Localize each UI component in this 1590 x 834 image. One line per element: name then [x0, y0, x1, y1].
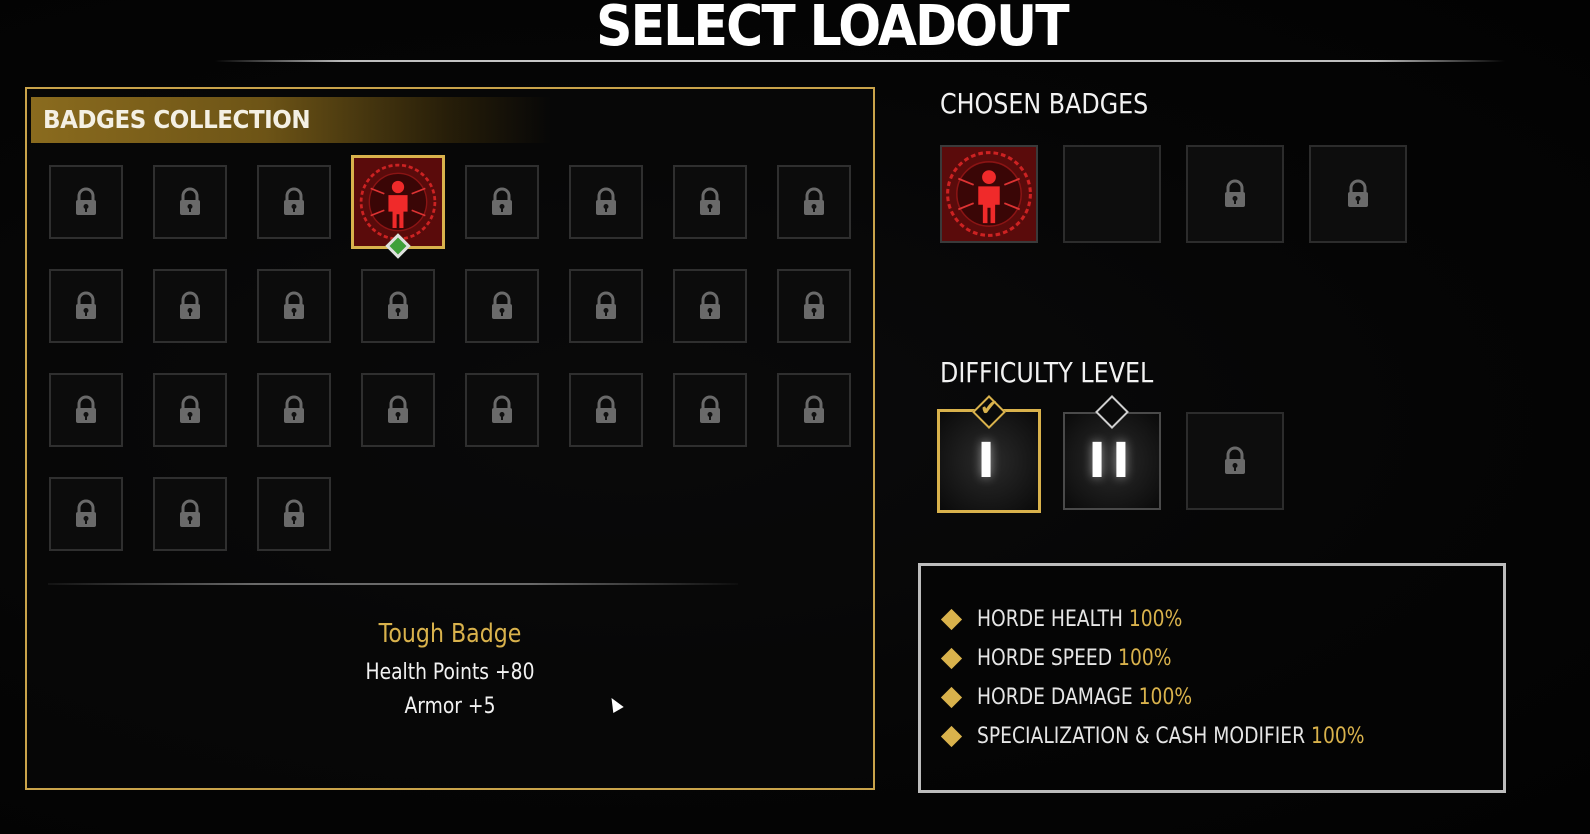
title-divider	[215, 60, 1505, 62]
badge-details-divider	[48, 583, 738, 585]
padlock-icon	[177, 291, 203, 321]
difficulty-numeral: II	[1088, 433, 1136, 489]
padlock-icon	[801, 187, 827, 217]
chosen-badge-slot[interactable]	[1309, 145, 1407, 243]
badge-slot-locked[interactable]	[569, 165, 643, 239]
badge-slot-locked[interactable]	[49, 373, 123, 447]
badge-slot-locked[interactable]	[673, 373, 747, 447]
padlock-icon	[281, 187, 307, 217]
padlock-icon	[73, 291, 99, 321]
modifier-value: 100%	[1118, 645, 1172, 671]
modifier-value: 100%	[1128, 606, 1183, 632]
padlock-icon	[73, 187, 99, 217]
padlock-icon	[1222, 179, 1248, 209]
chosen-badges-title: CHOSEN BADGES	[940, 87, 1149, 120]
padlock-icon	[489, 187, 515, 217]
badge-slot-locked[interactable]	[153, 477, 227, 551]
badge-slot-locked[interactable]	[777, 165, 851, 239]
modifier-row: HORDE SPEED 100%	[940, 643, 1206, 673]
chosen-badge-slot[interactable]	[1186, 145, 1284, 243]
padlock-icon	[385, 395, 411, 425]
padlock-icon	[593, 187, 619, 217]
badge-slot-locked[interactable]	[673, 269, 747, 343]
selected-badge-name: Tough Badge	[378, 619, 522, 649]
badge-slot-locked[interactable]	[153, 269, 227, 343]
difficulty-title: DIFFICULTY LEVEL	[940, 356, 1154, 389]
padlock-icon	[697, 395, 723, 425]
diamond-bullet-icon	[940, 686, 963, 708]
modifier-value: 100%	[1311, 723, 1365, 749]
padlock-icon	[177, 187, 203, 217]
difficulty-level-option[interactable]	[1186, 412, 1284, 510]
modifier-row: SPECIALIZATION & CASH MODIFIER 100%	[940, 721, 1433, 751]
padlock-icon	[385, 291, 411, 321]
selected-badge-stat: Armor +5	[404, 694, 496, 719]
difficulty-numeral: I	[977, 433, 1001, 489]
badge-slot-locked[interactable]	[49, 269, 123, 343]
padlock-icon	[1222, 446, 1248, 476]
badge-slot-locked[interactable]	[465, 373, 539, 447]
padlock-icon	[73, 499, 99, 529]
badge-slot-locked[interactable]	[153, 165, 227, 239]
padlock-icon	[73, 395, 99, 425]
modifier-label: HORDE SPEED 100%	[977, 645, 1172, 671]
padlock-icon	[489, 291, 515, 321]
badge-slot-locked[interactable]	[465, 269, 539, 343]
chosen-badge-slot[interactable]	[940, 145, 1038, 243]
diamond-bullet-icon	[940, 725, 963, 747]
tough-badge-icon	[943, 148, 1035, 240]
badge-slot-locked[interactable]	[257, 373, 331, 447]
modifier-label: SPECIALIZATION & CASH MODIFIER 100%	[977, 723, 1365, 749]
badge-slot-locked[interactable]	[361, 373, 435, 447]
padlock-icon	[801, 291, 827, 321]
padlock-icon	[281, 395, 307, 425]
padlock-icon	[593, 395, 619, 425]
chosen-badge-slot[interactable]	[1063, 145, 1161, 243]
padlock-icon	[801, 395, 827, 425]
diamond-bullet-icon	[940, 608, 963, 630]
page-title: SELECT LOADOUT	[596, 0, 1070, 59]
selected-badge-stat: Health Points +80	[365, 660, 535, 685]
checkmark-icon: ✔	[980, 396, 999, 421]
badge-slot-locked[interactable]	[49, 165, 123, 239]
padlock-icon	[489, 395, 515, 425]
modifier-label: HORDE HEALTH 100%	[977, 606, 1183, 632]
padlock-icon	[177, 499, 203, 529]
badge-slot-locked[interactable]	[257, 165, 331, 239]
badge-slot-locked[interactable]	[361, 269, 435, 343]
padlock-icon	[281, 499, 307, 529]
badge-slot-locked[interactable]	[257, 477, 331, 551]
badge-slot-locked[interactable]	[257, 269, 331, 343]
padlock-icon	[593, 291, 619, 321]
modifier-value: 100%	[1138, 684, 1193, 710]
badge-slot-locked[interactable]	[777, 373, 851, 447]
badge-slot-locked[interactable]	[569, 269, 643, 343]
badges-collection-header: BADGES COLLECTION	[31, 97, 551, 143]
padlock-icon	[697, 291, 723, 321]
padlock-icon	[177, 395, 203, 425]
difficulty-modifiers-panel	[918, 563, 1506, 793]
padlock-icon	[1345, 179, 1371, 209]
badge-slot-locked[interactable]	[673, 165, 747, 239]
modifier-label: HORDE DAMAGE 100%	[977, 684, 1193, 710]
badge-slot-locked[interactable]	[465, 165, 539, 239]
diamond-bullet-icon	[940, 647, 963, 669]
padlock-icon	[281, 291, 307, 321]
badge-slot-locked[interactable]	[49, 477, 123, 551]
tough-badge-icon	[357, 161, 439, 243]
badges-collection-title: BADGES COLLECTION	[43, 105, 311, 134]
modifier-row: HORDE HEALTH 100%	[940, 604, 1219, 634]
badge-slot-locked[interactable]	[569, 373, 643, 447]
padlock-icon	[697, 187, 723, 217]
modifier-row: HORDE DAMAGE 100%	[940, 682, 1230, 712]
badge-slot-locked[interactable]	[777, 269, 851, 343]
badge-slot-locked[interactable]	[153, 373, 227, 447]
